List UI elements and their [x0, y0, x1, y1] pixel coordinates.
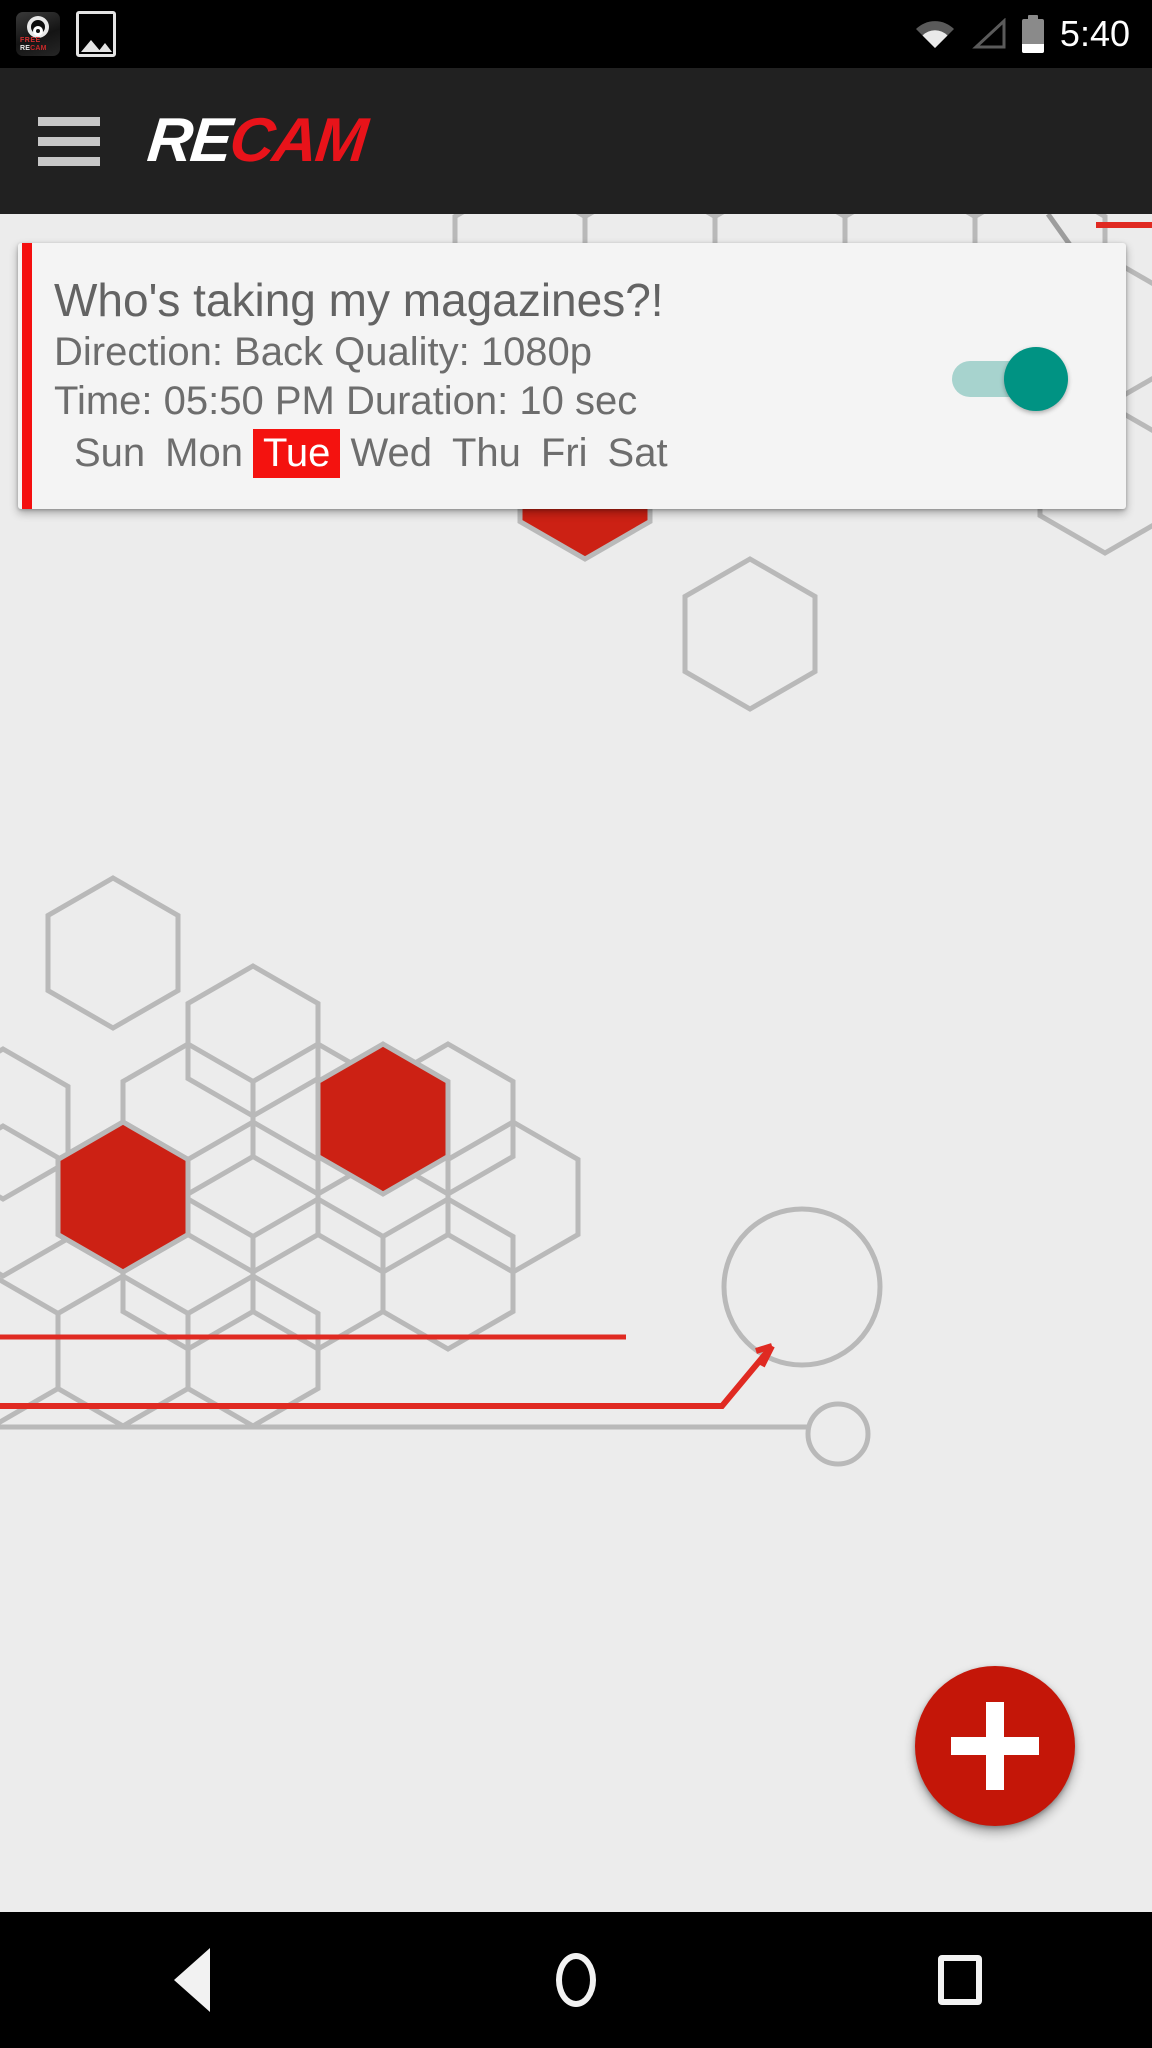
- schedule-card[interactable]: Who's taking my magazines?! Direction: B…: [18, 243, 1126, 509]
- day-selector[interactable]: Sun Mon Tue Wed Thu Fri Sat: [64, 429, 934, 479]
- home-circle-icon: [556, 1953, 596, 2007]
- status-bar-notifications: FREE RECAM: [0, 11, 116, 57]
- cellular-signal-icon: [972, 18, 1006, 49]
- day-thu[interactable]: Thu: [442, 429, 531, 478]
- day-sun[interactable]: Sun: [64, 429, 155, 478]
- photo-gallery-icon: [76, 11, 116, 57]
- day-fri[interactable]: Fri: [531, 429, 598, 478]
- schedule-title: Who's taking my magazines?!: [54, 273, 664, 326]
- battery-icon: [1021, 15, 1044, 53]
- recam-app-icon: FREE RECAM: [16, 12, 60, 56]
- app-icon-cam-label: CAM: [30, 45, 47, 52]
- back-triangle-icon: [174, 1948, 210, 2012]
- day-tue[interactable]: Tue: [252, 429, 341, 479]
- recents-square-icon: [938, 1955, 982, 2005]
- hamburger-menu-icon[interactable]: [26, 98, 112, 184]
- app-icon-re-label: RE: [20, 45, 31, 52]
- schedule-enabled-toggle[interactable]: [952, 339, 1080, 413]
- schedule-time-duration: Time: 05:50 PM Duration: 10 sec: [54, 378, 638, 423]
- schedule-details: Direction: Back Quality: 1080p: [54, 329, 593, 374]
- back-button[interactable]: [117, 1912, 267, 2048]
- app-logo-cam: CAM: [226, 106, 370, 175]
- day-mon[interactable]: Mon: [155, 429, 253, 478]
- toggle-thumb: [1004, 347, 1068, 411]
- android-navigation-bar: [0, 1912, 1152, 2048]
- app-bar: RECAM: [0, 68, 1152, 214]
- day-sat[interactable]: Sat: [598, 429, 678, 478]
- plus-icon-vertical: [986, 1702, 1004, 1790]
- app-icon-free-label: FREE: [20, 37, 41, 44]
- app-logo-re: RE: [144, 106, 234, 175]
- card-accent-bar: [22, 243, 32, 509]
- app-logo: RECAM: [144, 106, 369, 175]
- day-wed[interactable]: Wed: [340, 429, 442, 478]
- recents-button[interactable]: [885, 1912, 1035, 2048]
- status-bar-clock: 5:40: [1059, 13, 1130, 54]
- card-content: Who's taking my magazines?! Direction: B…: [18, 274, 952, 479]
- app-screen: FREE RECAM 5:40 RECAM Who's taking my ma…: [0, 0, 1152, 2048]
- status-bar-system-icons: 5:40: [914, 15, 1152, 53]
- add-recording-button[interactable]: [915, 1666, 1075, 1826]
- home-button[interactable]: [501, 1912, 651, 2048]
- wifi-icon: [915, 21, 954, 48]
- status-bar: FREE RECAM 5:40: [0, 0, 1152, 68]
